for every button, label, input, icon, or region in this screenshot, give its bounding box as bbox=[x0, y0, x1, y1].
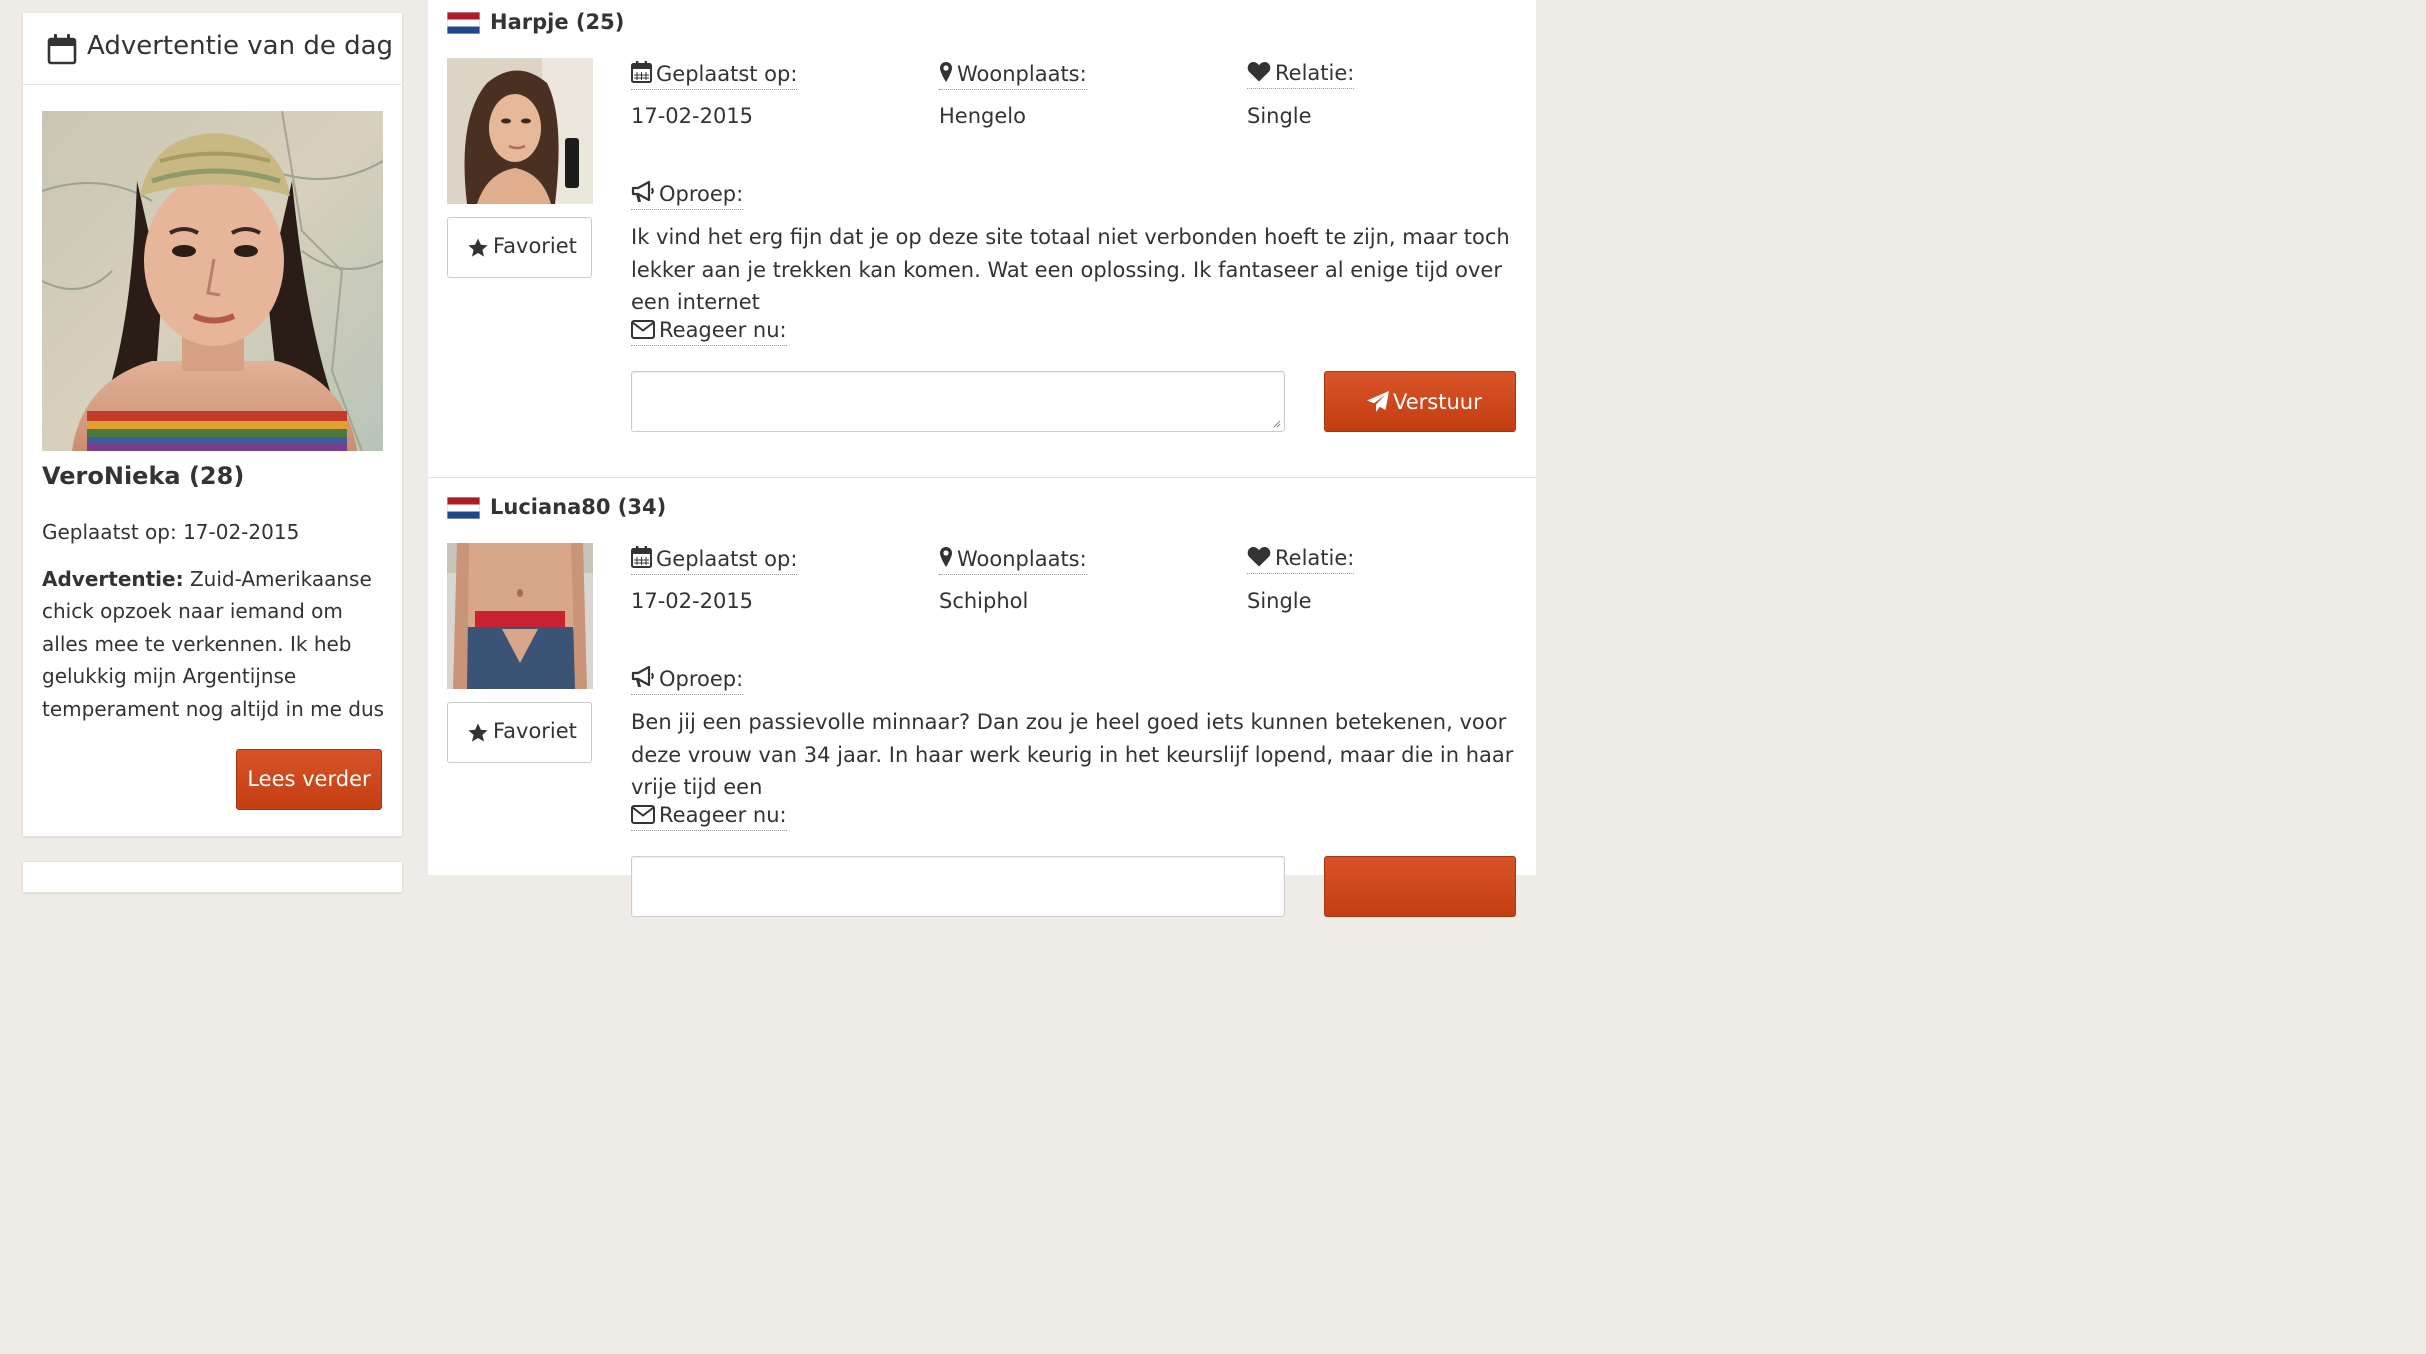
favorite-label: Favoriet bbox=[493, 234, 577, 258]
calendar-icon bbox=[631, 61, 652, 83]
map-pin-icon bbox=[940, 547, 952, 567]
featured-placed-value: 17-02-2015 bbox=[183, 520, 300, 544]
reply-textarea[interactable] bbox=[631, 371, 1285, 432]
favorite-button[interactable]: Favoriet bbox=[447, 702, 592, 763]
call-text: Ben jij een passievolle minnaar? Dan zou… bbox=[631, 710, 1514, 799]
reply-label: Reageer nu: bbox=[631, 803, 787, 831]
placed-value: 17-02-2015 bbox=[631, 589, 754, 613]
resize-handle-icon[interactable] bbox=[1272, 419, 1281, 428]
netherlands-flag-icon bbox=[447, 12, 480, 34]
calendar-icon bbox=[47, 34, 77, 65]
ad-of-the-day-title: Advertentie van de dag bbox=[87, 31, 394, 61]
relation-label: Relatie: bbox=[1247, 61, 1355, 89]
reply-label-text: Reageer nu: bbox=[659, 318, 787, 342]
city-value: Schiphol bbox=[939, 589, 1029, 613]
ad-of-the-day-card: Advertentie van de dag VeroNieka (28) Ge… bbox=[23, 13, 402, 836]
city-label-text: Woonplaats: bbox=[957, 62, 1087, 86]
relation-value: Single bbox=[1247, 589, 1312, 613]
relation-label: Relatie: bbox=[1247, 546, 1355, 574]
send-label: Verstuur bbox=[1393, 390, 1482, 414]
star-icon bbox=[468, 238, 488, 257]
featured-placed-label: Geplaatst op: bbox=[42, 520, 177, 544]
placed-label-text: Geplaatst op: bbox=[656, 62, 798, 86]
read-more-button[interactable]: Lees verder bbox=[236, 749, 382, 810]
call-label-text: Oproep: bbox=[659, 182, 744, 206]
call-text: Ik vind het erg fijn dat je op deze site… bbox=[631, 225, 1510, 314]
calendar-icon bbox=[631, 546, 652, 568]
map-pin-icon bbox=[940, 62, 952, 82]
relation-label-text: Relatie: bbox=[1275, 61, 1355, 85]
envelope-icon bbox=[631, 320, 655, 339]
placed-value: 17-02-2015 bbox=[631, 104, 754, 128]
netherlands-flag-icon bbox=[447, 497, 480, 519]
featured-ad-text: Advertentie: Zuid-Amerikaanse chick opzo… bbox=[42, 563, 387, 725]
paper-plane-icon bbox=[1367, 391, 1389, 412]
envelope-icon bbox=[631, 805, 655, 824]
send-button[interactable]: Verstuur bbox=[1324, 371, 1516, 432]
featured-profile-photo[interactable] bbox=[42, 111, 383, 451]
city-label: Woonplaats: bbox=[939, 61, 1087, 90]
ad-card: Harpje (25) Favoriet Geplaatst op: 17-02… bbox=[428, 0, 1536, 440]
city-label: Woonplaats: bbox=[939, 546, 1087, 575]
placed-label-text: Geplaatst op: bbox=[656, 547, 798, 571]
city-label-text: Woonplaats: bbox=[957, 547, 1087, 571]
ad-profile-photo[interactable] bbox=[447, 58, 593, 204]
ad-profile-photo[interactable] bbox=[447, 543, 593, 689]
featured-placed-date: Geplaatst op: 17-02-2015 bbox=[42, 520, 299, 544]
send-button[interactable] bbox=[1324, 856, 1516, 917]
ad-divider bbox=[428, 477, 1536, 478]
favorite-button[interactable]: Favoriet bbox=[447, 217, 592, 278]
reply-textarea[interactable] bbox=[631, 856, 1285, 917]
ads-list: Harpje (25) Favoriet Geplaatst op: 17-02… bbox=[428, 0, 1536, 917]
ad-of-the-day-header: Advertentie van de dag bbox=[23, 13, 402, 85]
favorite-label: Favoriet bbox=[493, 719, 577, 743]
reply-label: Reageer nu: bbox=[631, 318, 787, 346]
relation-label-text: Relatie: bbox=[1275, 546, 1355, 570]
placed-label: Geplaatst op: bbox=[631, 546, 798, 575]
call-label: Oproep: bbox=[631, 666, 744, 695]
sidebar-next-card bbox=[23, 862, 402, 892]
call-label-text: Oproep: bbox=[659, 667, 744, 691]
placed-label: Geplaatst op: bbox=[631, 61, 798, 90]
relation-value: Single bbox=[1247, 104, 1312, 128]
city-value: Hengelo bbox=[939, 104, 1026, 128]
megaphone-icon bbox=[631, 181, 654, 202]
featured-profile-name: VeroNieka (28) bbox=[42, 462, 245, 490]
star-icon bbox=[468, 723, 488, 742]
ad-title[interactable]: Harpje (25) bbox=[490, 10, 624, 34]
ad-title[interactable]: Luciana80 (34) bbox=[490, 495, 666, 519]
megaphone-icon bbox=[631, 666, 654, 687]
call-label: Oproep: bbox=[631, 181, 744, 210]
heart-icon bbox=[1247, 61, 1271, 82]
reply-label-text: Reageer nu: bbox=[659, 803, 787, 827]
featured-ad-label: Advertentie: bbox=[42, 567, 184, 591]
heart-icon bbox=[1247, 546, 1271, 567]
ad-card: Luciana80 (34) Favoriet Geplaatst op: 17… bbox=[428, 485, 1536, 925]
